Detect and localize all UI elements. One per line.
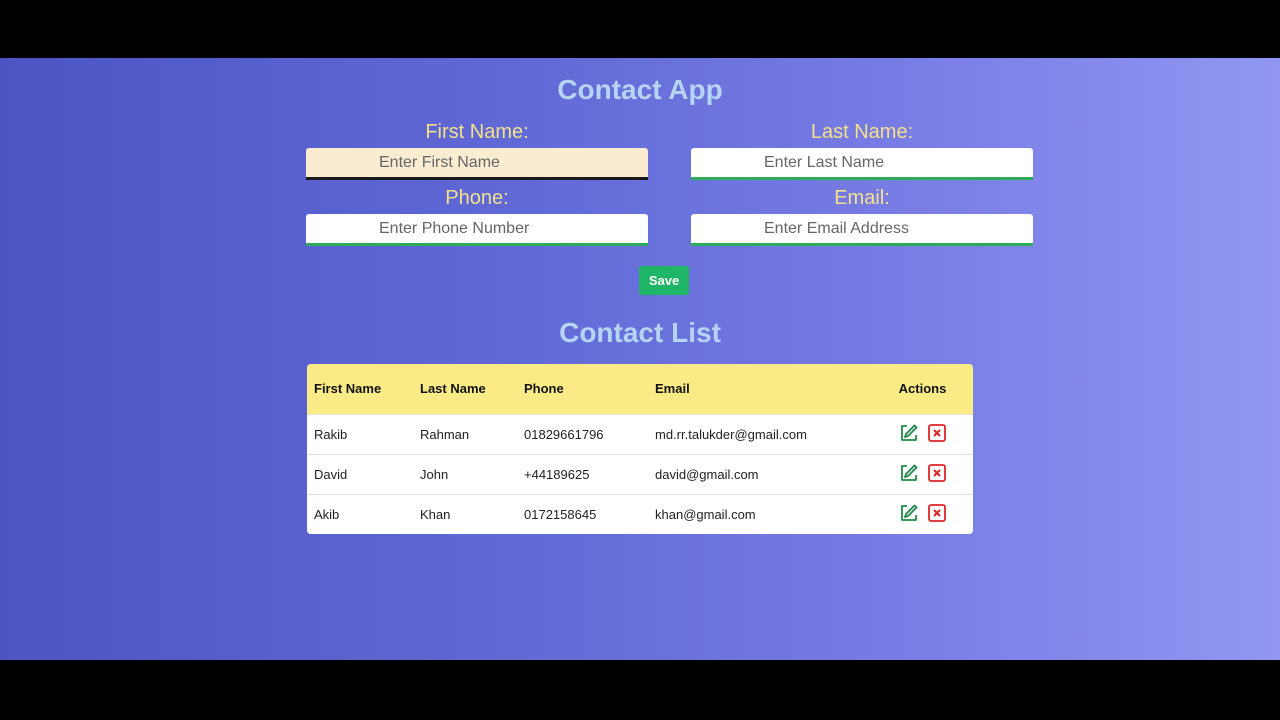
delete-icon[interactable] xyxy=(928,503,947,525)
cell-actions xyxy=(872,414,973,454)
cell-first-name: David xyxy=(314,466,348,482)
phone-label: Phone: xyxy=(445,187,509,209)
cell-actions xyxy=(872,454,973,494)
cell-phone: 01829661796 xyxy=(524,426,604,442)
first-name-input[interactable] xyxy=(306,148,648,180)
column-header-phone: Phone xyxy=(524,381,564,397)
table-header-row: First Name Last Name Phone Email Actions xyxy=(307,364,973,414)
cell-last-name: Rahman xyxy=(420,426,470,442)
column-header-email: Email xyxy=(655,381,690,397)
save-button[interactable]: Save xyxy=(639,266,689,295)
cell-first-name: Rakib xyxy=(314,426,348,442)
edit-icon[interactable] xyxy=(899,503,919,526)
contact-table: First Name Last Name Phone Email Actions… xyxy=(307,364,973,534)
delete-icon[interactable] xyxy=(928,463,947,485)
delete-icon[interactable] xyxy=(928,423,947,445)
app-container: Contact App First Name: Last Name: Phone… xyxy=(0,58,1280,660)
cell-last-name: John xyxy=(420,466,449,482)
edit-icon[interactable] xyxy=(899,423,919,446)
email-label: Email: xyxy=(834,187,890,209)
table-row: David John +44189625 david@gmail.com xyxy=(307,454,973,494)
column-header-last-name: Last Name xyxy=(420,381,486,397)
cell-phone: +44189625 xyxy=(524,466,590,482)
cell-first-name: Akib xyxy=(314,506,340,522)
last-name-label: Last Name: xyxy=(810,121,914,143)
contact-list-title: Contact List xyxy=(559,317,721,348)
table-row: Rakib Rahman 01829661796 md.rr.talukder@… xyxy=(307,414,973,454)
cell-email: david@gmail.com xyxy=(655,466,759,482)
phone-input[interactable] xyxy=(306,214,648,246)
cell-email: md.rr.talukder@gmail.com xyxy=(655,426,807,442)
column-header-actions: Actions xyxy=(898,381,947,397)
edit-icon[interactable] xyxy=(899,463,919,486)
first-name-label: First Name: xyxy=(425,121,529,143)
table-row: Akib Khan 0172158645 khan@gmail.com xyxy=(307,494,973,534)
cell-email: khan@gmail.com xyxy=(655,506,756,522)
app-title: Contact App xyxy=(557,74,723,105)
cell-last-name: Khan xyxy=(420,506,451,522)
last-name-input[interactable] xyxy=(691,148,1033,180)
cell-phone: 0172158645 xyxy=(524,506,597,522)
email-input[interactable] xyxy=(691,214,1033,246)
cell-actions xyxy=(872,494,973,534)
column-header-first-name: First Name xyxy=(314,381,382,397)
